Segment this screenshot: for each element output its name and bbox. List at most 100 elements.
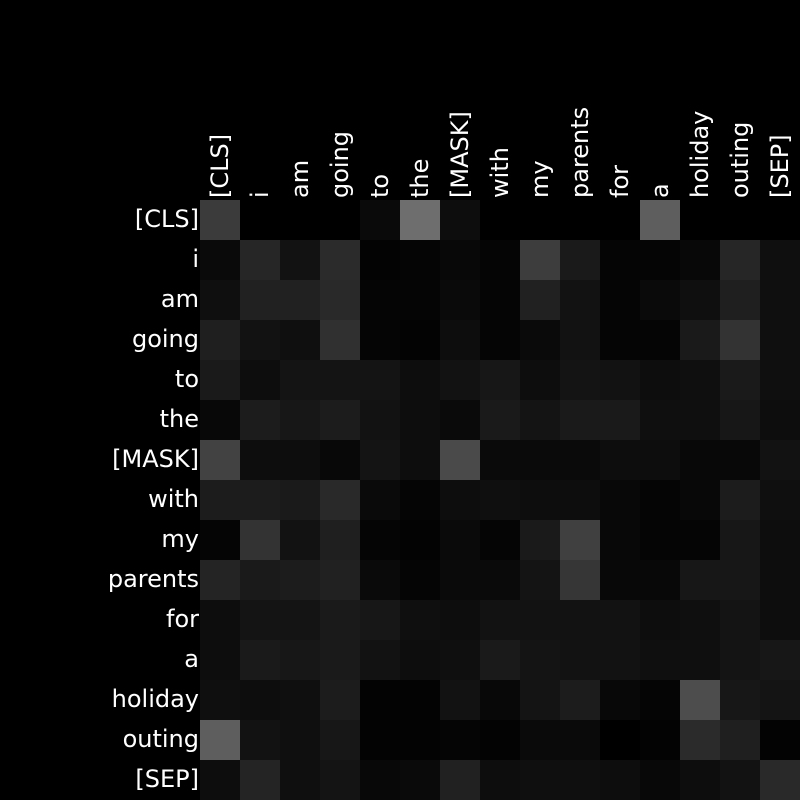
heatmap-cell	[480, 640, 520, 680]
heatmap-cell	[440, 240, 480, 280]
x-axis-token-label: a	[646, 183, 674, 198]
heatmap-cell	[360, 680, 400, 720]
heatmap-cell	[520, 560, 560, 600]
heatmap-cell	[600, 720, 640, 760]
x-axis-token-label: to	[366, 174, 394, 198]
heatmap-cell	[200, 560, 240, 600]
heatmap-cell	[200, 760, 240, 800]
heatmap-cell	[400, 600, 440, 640]
heatmap-cell	[640, 200, 680, 240]
heatmap-cell	[280, 200, 320, 240]
y-axis-token-label: [MASK]	[112, 445, 199, 473]
heatmap-cell	[680, 360, 720, 400]
x-axis-token-label: the	[406, 159, 434, 198]
heatmap-cell	[480, 240, 520, 280]
heatmap-cell	[560, 360, 600, 400]
heatmap-cell	[600, 640, 640, 680]
heatmap-cell	[200, 600, 240, 640]
heatmap-cell	[200, 480, 240, 520]
y-axis-token-label: am	[161, 285, 199, 313]
heatmap-cell	[400, 440, 440, 480]
heatmap-cell	[200, 400, 240, 440]
heatmap-cell	[240, 560, 280, 600]
y-axis-token-label: for	[166, 605, 199, 633]
heatmap-cell	[400, 720, 440, 760]
x-axis-token-label: parents	[566, 107, 594, 198]
heatmap-cell	[600, 240, 640, 280]
heatmap-cell	[560, 440, 600, 480]
heatmap-cell	[400, 760, 440, 800]
y-axis-token-label: a	[184, 645, 199, 673]
heatmap-cell	[560, 320, 600, 360]
heatmap-cell	[760, 640, 800, 680]
heatmap-cell	[280, 560, 320, 600]
heatmap-cell	[440, 320, 480, 360]
heatmap-cell	[520, 360, 560, 400]
heatmap-cell	[240, 320, 280, 360]
y-axis-token-label: my	[161, 525, 199, 553]
y-axis-token-label: [CLS]	[135, 205, 199, 233]
heatmap-cell	[360, 560, 400, 600]
heatmap-cell	[320, 280, 360, 320]
heatmap-cell	[760, 480, 800, 520]
x-axis-token-label: outing	[726, 122, 754, 198]
heatmap-cell	[360, 600, 400, 640]
heatmap-cell	[400, 400, 440, 440]
heatmap-cell	[680, 560, 720, 600]
heatmap-cell	[600, 760, 640, 800]
heatmap-cell	[760, 760, 800, 800]
heatmap-cell	[440, 520, 480, 560]
heatmap-cell	[640, 400, 680, 440]
heatmap-cell	[200, 440, 240, 480]
heatmap-cell	[520, 720, 560, 760]
heatmap-cell	[560, 520, 600, 560]
heatmap-cell	[240, 600, 280, 640]
heatmap-cell	[280, 520, 320, 560]
attention-heatmap: [CLS] i am going to the [MASK] with my parents for…	[0, 0, 800, 800]
y-axis-token-label: with	[148, 485, 199, 513]
heatmap-cell	[440, 280, 480, 320]
heatmap-cell	[600, 200, 640, 240]
x-axis-token-label: [CLS]	[206, 134, 234, 198]
heatmap-cell	[280, 360, 320, 400]
heatmap-cell	[320, 720, 360, 760]
heatmap-cell	[480, 680, 520, 720]
heatmap-cell	[720, 760, 760, 800]
heatmap-cell	[360, 480, 400, 520]
heatmap-cell	[440, 480, 480, 520]
heatmap-cell	[280, 400, 320, 440]
heatmap-cell	[760, 600, 800, 640]
heatmap-cell	[520, 760, 560, 800]
heatmap-cell	[480, 360, 520, 400]
heatmap-cell	[640, 760, 680, 800]
heatmap-cell	[600, 680, 640, 720]
heatmap-cell	[200, 280, 240, 320]
heatmap-cell	[480, 600, 520, 640]
heatmap-cell	[320, 520, 360, 560]
heatmap-cell	[320, 560, 360, 600]
heatmap-cell	[320, 760, 360, 800]
heatmap-cell	[480, 200, 520, 240]
heatmap-cell	[480, 520, 520, 560]
heatmap-cell	[760, 320, 800, 360]
heatmap-cell	[600, 280, 640, 320]
heatmap-cell	[240, 760, 280, 800]
heatmap-cell	[200, 240, 240, 280]
heatmap-cell	[520, 600, 560, 640]
heatmap-cells	[200, 200, 800, 800]
x-axis-token-label: i	[246, 191, 274, 198]
heatmap-cell	[360, 720, 400, 760]
heatmap-cell	[320, 200, 360, 240]
heatmap-cell	[440, 640, 480, 680]
heatmap-cell	[360, 240, 400, 280]
heatmap-cell	[760, 560, 800, 600]
heatmap-cell	[200, 640, 240, 680]
y-axis-token-label: i	[192, 245, 199, 273]
heatmap-cell	[360, 320, 400, 360]
heatmap-cell	[240, 680, 280, 720]
heatmap-cell	[280, 680, 320, 720]
heatmap-cell	[240, 360, 280, 400]
heatmap-cell	[240, 400, 280, 440]
heatmap-cell	[240, 280, 280, 320]
heatmap-cell	[680, 520, 720, 560]
